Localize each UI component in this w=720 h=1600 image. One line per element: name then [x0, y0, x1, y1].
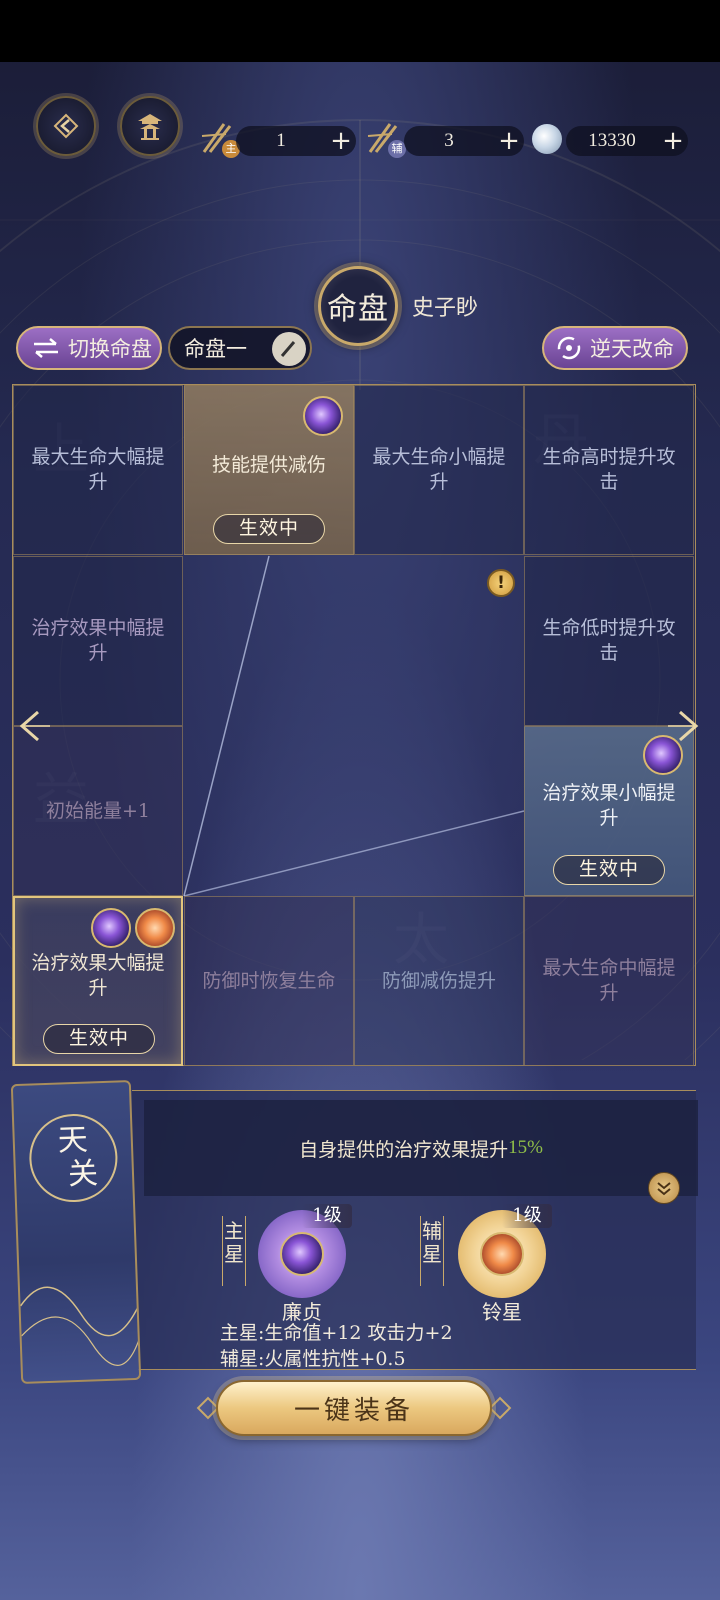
cell-label: 生命低时提升攻击 [542, 617, 676, 664]
grid-cell-active[interactable]: 治疗效果小幅提升 生效中 [524, 726, 694, 896]
cell-label: 最大生命小幅提升 [372, 446, 506, 493]
aux-star-stats: 辅星:火属性抗性+0.5 [220, 1348, 406, 1370]
grid-cell[interactable]: 防御减伤提升 [354, 896, 524, 1066]
connection-lines [183, 555, 525, 897]
active-effect-badge: 生效中 [213, 514, 325, 544]
cell-label: 治疗效果小幅提升 [542, 782, 676, 829]
grid-cell-active[interactable]: 技能提供减伤 生效中 [184, 385, 354, 555]
main-token-counter: 1 + [236, 126, 356, 156]
aux-token-add-button[interactable]: + [494, 127, 524, 155]
star-gem-icon [280, 1232, 324, 1276]
double-chevron-down-icon [657, 1182, 671, 1196]
status-bar [0, 0, 720, 62]
currency-counter: 13330 + [566, 126, 688, 156]
switch-chart-label: 切换命盘 [68, 337, 152, 361]
grid-cell[interactable]: 治疗效果中幅提升 [13, 556, 183, 726]
cell-label: 防御减伤提升 [381, 969, 496, 992]
currency-add-button[interactable]: + [658, 127, 688, 155]
description-value: 15% [508, 1137, 543, 1158]
character-name: 史子眇 [412, 296, 479, 321]
arrow-left-icon[interactable] [10, 706, 50, 746]
aux-star-level: 1级 [502, 1204, 552, 1228]
pavilion-icon [138, 114, 162, 140]
destiny-grid: 上 丹 益 太 最大生命大幅提升 技能提供减伤 生效中 最大生命小幅提升 生命高… [12, 384, 696, 1066]
back-arrow-icon [53, 113, 79, 139]
edit-brush-icon[interactable] [272, 332, 306, 366]
alert-icon[interactable]: ! [487, 569, 515, 597]
grid-cell[interactable]: 最大生命中幅提升 [524, 896, 694, 1066]
palace-name: 天 关 [27, 1112, 119, 1204]
wave-decoration [19, 1286, 142, 1366]
reroll-fate-label: 逆天改命 [590, 337, 674, 361]
grid-cell[interactable]: 初始能量+1 [13, 726, 183, 896]
aux-star-name: 铃星 [482, 1300, 522, 1324]
cell-label: 最大生命中幅提升 [542, 957, 676, 1004]
cycle-icon [557, 336, 581, 360]
palace-char-1: 天 [57, 1122, 89, 1159]
cell-label: 治疗效果大幅提升 [31, 952, 165, 999]
effect-description: 自身提供的治疗效果提升 15% [144, 1100, 698, 1196]
aux-token-value: 3 [444, 130, 454, 151]
fire-gem-icon [135, 908, 175, 948]
main-token-add-button[interactable]: + [326, 127, 356, 155]
currency-value: 13330 [588, 130, 636, 151]
one-click-equip-button[interactable]: 一键装备 [216, 1380, 492, 1436]
palace-banner: 天 关 [10, 1079, 142, 1385]
grid-cell-selected[interactable]: 治疗效果大幅提升 生效中 [13, 896, 183, 1066]
home-button[interactable] [120, 96, 180, 156]
switch-chart-button[interactable]: 切换命盘 [16, 326, 162, 370]
cell-label: 技能提供减伤 [211, 453, 326, 476]
expand-button[interactable] [648, 1172, 680, 1204]
reroll-fate-button[interactable]: 逆天改命 [542, 326, 688, 370]
swap-arrows-icon [34, 338, 58, 358]
description-text: 自身提供的治疗效果提升 [299, 1138, 509, 1161]
active-effect-badge: 生效中 [43, 1024, 155, 1054]
main-star-level: 1级 [302, 1204, 352, 1228]
grid-cell[interactable]: 生命低时提升攻击 [524, 556, 694, 726]
star-gem-icon [91, 908, 131, 948]
chart-name-field[interactable]: 命盘一 [168, 326, 312, 370]
back-button[interactable] [36, 96, 96, 156]
button-ornament [488, 1396, 512, 1420]
grid-cell[interactable]: 生命高时提升攻击 [524, 385, 694, 555]
cell-label: 生命高时提升攻击 [542, 446, 676, 493]
one-click-equip-label: 一键装备 [293, 1395, 414, 1426]
chart-name-text: 命盘一 [184, 337, 247, 361]
aux-star-tag: 辅星 [420, 1216, 444, 1286]
chart-center [183, 555, 525, 897]
star-gem-icon [303, 396, 343, 436]
main-star-tag: 主星 [222, 1216, 246, 1286]
grid-cell[interactable]: 最大生命大幅提升 [13, 385, 183, 555]
active-effect-badge: 生效中 [553, 855, 665, 885]
cell-label: 治疗效果中幅提升 [31, 617, 165, 664]
arrow-right-icon[interactable] [668, 706, 708, 746]
fire-gem-icon [480, 1232, 524, 1276]
grid-cell[interactable]: 最大生命小幅提升 [354, 385, 524, 555]
grid-cell[interactable]: 防御时恢复生命 [184, 896, 354, 1066]
destiny-chart-emblem: 命盘 [318, 266, 398, 346]
cell-label: 最大生命大幅提升 [31, 446, 165, 493]
aux-token-counter: 3 + [404, 126, 524, 156]
main-star-stats: 主星:生命值+12 攻击力+2 [220, 1322, 453, 1344]
emblem-text: 命盘 [327, 292, 389, 327]
palace-detail-panel: 天 关 自身提供的治疗效果提升 15% 主星 1级 廉贞 辅星 1级 铃星 主星:… [10, 1079, 698, 1385]
main-token-value: 1 [276, 130, 286, 151]
cell-label: 防御时恢复生命 [202, 969, 336, 992]
silver-orb-icon [532, 124, 562, 154]
palace-char-2: 关 [67, 1156, 99, 1193]
cell-label: 初始能量+1 [45, 799, 150, 822]
